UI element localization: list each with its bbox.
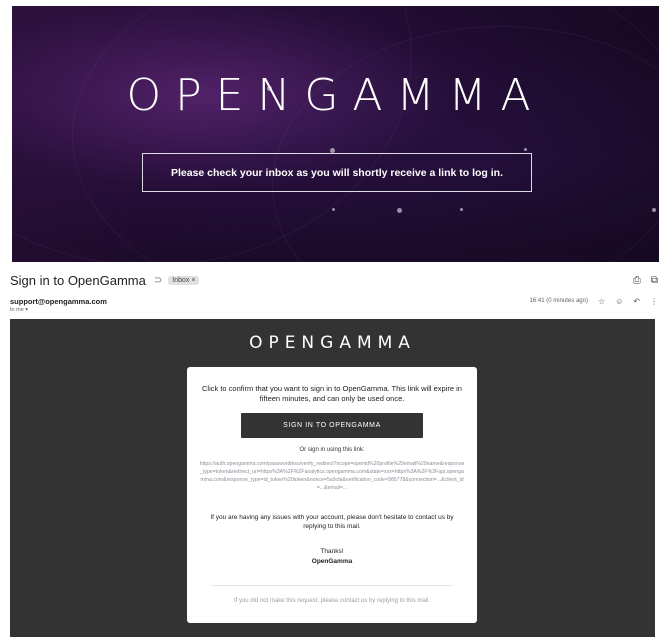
email-opengamma-logo: OPENGAMMA: [249, 333, 416, 353]
decorative-dot: [397, 208, 402, 213]
recipient-details-toggle[interactable]: to me ▾: [10, 307, 28, 313]
thanks-text: Thanks!: [320, 548, 344, 555]
reply-icon[interactable]: ↶: [633, 297, 640, 306]
email-subject-row: Sign in to OpenGamma ⊃ Inbox × ⎙ ⧉: [10, 271, 658, 289]
sign-in-link[interactable]: https://auth.opengamma.com/passwordless/…: [199, 460, 465, 492]
email-timestamp: 16:41 (0 minutes ago): [529, 298, 588, 304]
login-hero-panel: OPENGAMMA Please check your inbox as you…: [12, 6, 659, 262]
sender-address[interactable]: support@opengamma.com: [10, 297, 107, 306]
opengamma-logo: OPENGAMMA: [126, 70, 545, 121]
confirm-intro-text: Click to confirm that you want to sign i…: [202, 384, 462, 403]
alternate-link-label: Or sign in using this link:: [299, 447, 365, 453]
footer-divider: [211, 585, 453, 586]
sign-in-button[interactable]: SIGN IN TO OPENGAMMA: [241, 413, 423, 438]
sender-row: support@opengamma.com 16:41 (0 minutes a…: [10, 295, 658, 307]
decorative-dot: [460, 208, 463, 211]
email-card: Click to confirm that you want to sign i…: [187, 367, 477, 623]
check-inbox-message: Please check your inbox as you will shor…: [142, 153, 532, 192]
emoji-reaction-icon[interactable]: ☺: [615, 297, 623, 306]
decorative-dot: [332, 208, 335, 211]
open-in-new-window-icon[interactable]: ⧉: [651, 275, 658, 286]
email-body: OPENGAMMA Click to confirm that you want…: [10, 319, 655, 637]
support-text: If you are having any issues with your a…: [210, 514, 454, 530]
star-icon[interactable]: ☆: [598, 297, 605, 306]
footer-note: If you did not make this request, please…: [233, 598, 431, 604]
inbox-label-chip[interactable]: Inbox ×: [168, 275, 200, 285]
more-options-icon[interactable]: ⋮: [650, 297, 658, 306]
decorative-dot: [652, 208, 656, 212]
signoff-text: OpenGamma: [311, 558, 353, 565]
print-icon[interactable]: ⎙: [633, 275, 641, 286]
importance-marker-icon[interactable]: ⊃: [154, 275, 162, 286]
decorative-dot: [524, 148, 527, 151]
email-subject: Sign in to OpenGamma: [10, 272, 146, 288]
